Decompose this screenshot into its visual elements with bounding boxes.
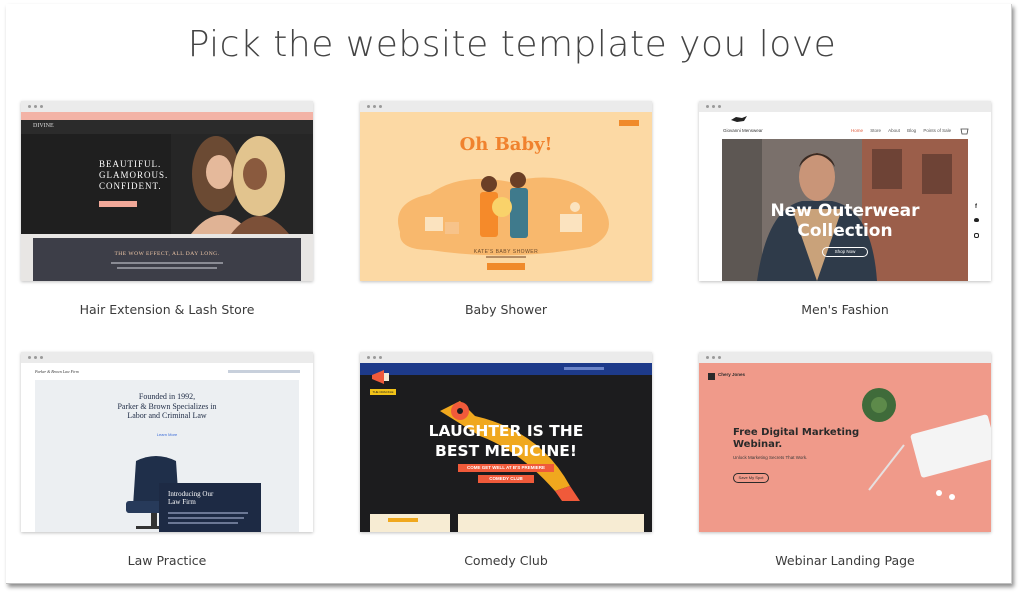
template-thumbnail: DIVINE BEAUTIFUL. GLAMOROUS. CONFIDENT. …	[21, 112, 313, 281]
template-label[interactable]: Hair Extension & Lash Store	[21, 302, 313, 317]
brand-name: Parker & Brown Law Firm	[35, 369, 79, 374]
template-label[interactable]: Law Practice	[21, 553, 313, 568]
template-label[interactable]: Baby Shower	[360, 302, 652, 317]
hero-cta	[99, 201, 137, 207]
instagram-icon	[974, 233, 979, 238]
nav-blog: Blog	[907, 128, 917, 133]
template-thumbnail: Chery Jones Free Digital Marketing Webin…	[699, 363, 991, 532]
hero-title: Oh Baby!	[459, 134, 553, 155]
learn-more-link: Learn More	[156, 432, 178, 437]
brand-name: Chery Jones	[718, 372, 746, 377]
band-title: THE WOW EFFECT, ALL DAY LONG.	[114, 251, 220, 257]
nav-about: About	[888, 128, 900, 133]
page-title: Pick the website template you love	[187, 24, 837, 65]
template-label[interactable]: Comedy Club	[360, 553, 652, 568]
template-card-hair-extension[interactable]: DIVINE BEAUTIFUL. GLAMOROUS. CONFIDENT. …	[21, 101, 313, 281]
facebook-icon: f	[975, 204, 977, 210]
template-card-webinar[interactable]: Chery Jones Free Digital Marketing Webin…	[699, 352, 991, 532]
hero-subtitle: COME GET WELL AT B'S PREMIERE	[458, 464, 554, 472]
browser-chrome	[699, 101, 991, 112]
comedy-club-button: COMEDY CLUB	[478, 475, 534, 483]
twitter-icon	[974, 218, 979, 222]
hero-line: Parker & Brown Specializes in	[117, 401, 217, 411]
browser-chrome	[360, 352, 652, 363]
template-thumbnail: THE CRACKLE LAUGHTER IS THE BEST MEDICIN…	[360, 363, 652, 532]
shop-now-button: Shop Now	[822, 247, 868, 257]
nav-button	[619, 120, 639, 126]
hero-line: CONFIDENT.	[99, 181, 162, 191]
template-card-baby-shower[interactable]: Oh Baby! KATE'S BABY SHOWER	[360, 101, 652, 281]
hero-line: BEST MEDICINE!	[435, 442, 577, 460]
hero-line: BEAUTIFUL.	[99, 159, 162, 169]
megaphone-icon	[372, 370, 389, 384]
hero-sub: Unlock Marketing Secrets That Work.	[733, 455, 808, 460]
logo-square	[708, 373, 715, 380]
template-brand: DIVINE	[33, 123, 54, 129]
template-card-mens-fashion[interactable]: Giovanni Menswear Home Store About Blog …	[699, 101, 991, 281]
template-label[interactable]: Men's Fashion	[699, 302, 991, 317]
hero-line: Labor and Criminal Law	[127, 411, 207, 420]
browser-chrome	[699, 352, 991, 363]
browser-chrome	[360, 101, 652, 112]
browser-chrome	[21, 101, 313, 112]
hero-line: Free Digital Marketing	[733, 427, 860, 438]
nav-points: Points of Sale	[923, 128, 952, 133]
template-thumbnail: Giovanni Menswear Home Store About Blog …	[699, 112, 991, 281]
brand-name: Giovanni Menswear	[723, 128, 763, 133]
template-label[interactable]: Webinar Landing Page	[699, 553, 991, 568]
hero-line: GLAMOROUS.	[99, 170, 169, 180]
event-title: KATE'S BABY SHOWER	[473, 249, 539, 255]
nav-store: Store	[870, 128, 882, 133]
fox-logo-icon	[731, 116, 747, 122]
hero-line: Webinar.	[733, 439, 783, 450]
desk-illustration	[862, 388, 991, 500]
baby-illustration	[398, 172, 609, 256]
cart-icon	[960, 128, 969, 135]
template-card-law-practice[interactable]: Parker & Brown Law Firm Founded in 1992,…	[21, 352, 313, 532]
nav-home: Home	[851, 128, 864, 133]
rsvp-button	[487, 263, 525, 270]
hero-line: LAUGHTER IS THE	[428, 422, 584, 440]
template-thumbnail: Parker & Brown Law Firm Founded in 1992,…	[21, 363, 313, 532]
template-thumbnail: Oh Baby! KATE'S BABY SHOWER	[360, 112, 652, 281]
browser-chrome	[21, 352, 313, 363]
hero-line: Founded in 1992,	[138, 392, 196, 401]
template-card-comedy-club[interactable]: THE CRACKLE LAUGHTER IS THE BEST MEDICIN…	[360, 352, 652, 532]
hero-line: New Outerwear	[770, 201, 920, 221]
panel-line: Introducing Our	[168, 490, 214, 498]
save-spot-button: Save My Spot	[733, 473, 769, 483]
models-photo	[171, 134, 313, 234]
hero-line: Collection	[797, 221, 893, 241]
club-badge: THE CRACKLE	[370, 389, 396, 395]
panel-line: Law Firm	[168, 498, 196, 506]
